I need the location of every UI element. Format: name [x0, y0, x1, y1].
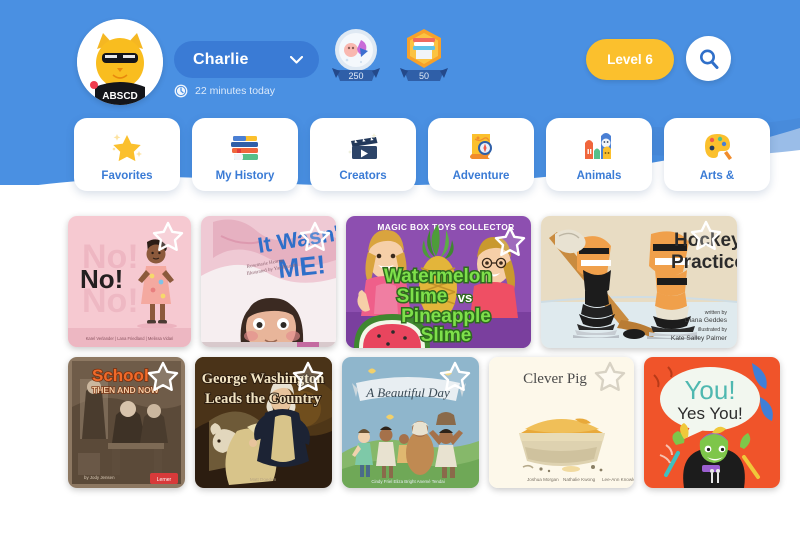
- header: ABSCD Charlie 22 minutes today 250 50 Le…: [0, 0, 800, 115]
- badges: 250 50: [330, 26, 450, 84]
- book-card-watermelon-slime[interactable]: MAGIC BOX TOYS COLLECTOR Watermelon Slim…: [346, 216, 531, 348]
- books-badge-icon[interactable]: 50: [398, 26, 450, 84]
- search-button[interactable]: [686, 36, 731, 81]
- search-icon: [698, 48, 720, 70]
- book-card-a-beautiful-day[interactable]: A Beautiful Day Cindy Friel Eliza Bright…: [342, 357, 479, 488]
- category-my-history[interactable]: My History: [192, 118, 298, 191]
- book-title-line2: Yes You!: [677, 404, 743, 423]
- book-title-line2: Practice: [671, 252, 737, 273]
- category-nav: Favorites My History Creators Adventure …: [74, 118, 770, 191]
- book-card-hockey-practice[interactable]: Hockey Practice written by Diana Geddes …: [541, 216, 737, 348]
- book-credit-written-label: written by: [705, 310, 728, 316]
- category-label: Favorites: [101, 170, 153, 182]
- svg-text:by Jody Jensen: by Jody Jensen: [84, 475, 115, 480]
- book-title-line3: Pineapple: [401, 306, 491, 327]
- category-favorites[interactable]: Favorites: [74, 118, 180, 191]
- book-card-clever-pig[interactable]: Clever Pig Joshua Morgan Nathalie Kwong …: [489, 357, 634, 488]
- book-title-line2: THEN AND NOW: [92, 385, 160, 395]
- book-stack-icon: [225, 127, 265, 165]
- book-credit-written: Diana Geddes: [685, 317, 728, 324]
- clapperboard-icon: [343, 127, 383, 165]
- book-title-line2: Slime: [397, 286, 448, 307]
- book-card-you-yes-you[interactable]: You! Yes You!: [644, 357, 780, 488]
- book-card-george-washington[interactable]: George Washington Leads the Country Matt…: [195, 357, 332, 488]
- category-creators[interactable]: Creators: [310, 118, 416, 191]
- book-credit-2: Nathalie Kwong: [563, 477, 596, 482]
- category-label: Adventure: [452, 170, 510, 182]
- book-card-it-wasnt-me[interactable]: It Wasn't ME! Rosemarie Hearne Illustrat…: [201, 216, 336, 347]
- snowglobe-badge-count: 250: [348, 71, 363, 81]
- book-title-line1: Hockey: [674, 230, 737, 251]
- category-label: Animals: [576, 170, 622, 182]
- category-label: Creators: [339, 170, 387, 182]
- book-card-school-then-and-now[interactable]: School THEN AND NOW Lerner by Jody Jense…: [68, 357, 185, 488]
- paint-palette-icon: [697, 127, 737, 165]
- book-credit-3: Lee-Ann Knowles: [602, 477, 634, 482]
- book-credit-illus-label: illustrated by: [698, 327, 728, 333]
- avatar-shirt-text: ABSCD: [102, 91, 138, 102]
- category-label: Arts &: [699, 170, 735, 182]
- book-credit-illus: Kate Salley Palmer: [671, 335, 728, 342]
- category-label: My History: [215, 170, 275, 182]
- reading-time: 22 minutes today: [174, 84, 275, 98]
- book-credit-1: Joshua Morgan: [527, 477, 559, 482]
- svg-text:Matt Doeden: Matt Doeden: [250, 477, 277, 482]
- animals-group-icon: [579, 127, 619, 165]
- level-button[interactable]: Level 6: [586, 39, 674, 80]
- book-title-line2: Leads the Country: [205, 391, 322, 407]
- book-title: Clever Pig: [523, 371, 587, 387]
- book-credits: Karel Verlander | Lana Friedland | Melis…: [86, 336, 174, 341]
- book-title-line1: Watermelon: [384, 266, 492, 287]
- book-grid: No! No! No! Karel Verlander | Lana Fried…: [0, 216, 800, 497]
- avatar[interactable]: ABSCD: [77, 19, 163, 105]
- book-card-no[interactable]: No! No! No! Karel Verlander | Lana Fried…: [68, 216, 191, 347]
- book-title: No!: [80, 264, 123, 294]
- profile-dropdown[interactable]: Charlie: [174, 41, 319, 78]
- profile-name: Charlie: [193, 50, 249, 68]
- book-title-line1: You!: [684, 375, 735, 405]
- svg-text:Lerner: Lerner: [157, 477, 172, 483]
- kids-reading-app: ABSCD Charlie 22 minutes today 250 50 Le…: [0, 0, 800, 533]
- book-row: School THEN AND NOW Lerner by Jody Jense…: [0, 357, 800, 488]
- book-title-line1: George Washington: [202, 371, 325, 387]
- book-row: No! No! No! Karel Verlander | Lana Fried…: [0, 216, 800, 348]
- book-credits: Cindy Friel Eliza Bright Anemé Tendai: [371, 479, 444, 484]
- chevron-down-icon: [290, 55, 303, 64]
- category-arts[interactable]: Arts &: [664, 118, 770, 191]
- books-badge-count: 50: [419, 71, 429, 81]
- category-animals[interactable]: Animals: [546, 118, 652, 191]
- book-title-line4: Slime: [421, 325, 472, 346]
- book-title-line1: School: [92, 366, 149, 385]
- clock-icon: [174, 84, 188, 98]
- book-title: A Beautiful Day: [365, 385, 450, 400]
- treasure-map-compass-icon: [461, 127, 501, 165]
- snowglobe-badge-icon[interactable]: 250: [330, 26, 382, 84]
- reading-time-text: 22 minutes today: [195, 85, 275, 97]
- book-title-vs: vs: [458, 290, 472, 305]
- star-sparkle-icon: [107, 127, 147, 165]
- category-adventure[interactable]: Adventure: [428, 118, 534, 191]
